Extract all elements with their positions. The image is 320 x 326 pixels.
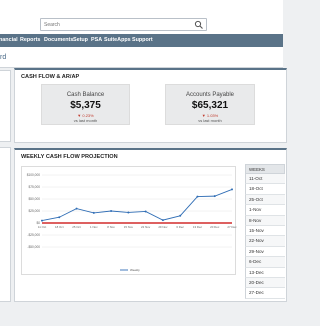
data-point [110, 210, 113, 212]
y-tick-label: $50,000 [28, 197, 40, 201]
cash-balance-value: $5,375 [70, 100, 101, 111]
cashflow-portlet: CASH FLOW & AR/AP Cash Balance $5,375 ▼ … [14, 68, 287, 143]
search-icon[interactable] [194, 20, 204, 30]
search-box[interactable] [40, 18, 207, 31]
data-point [127, 211, 130, 214]
x-tick-label: 6 Dec [176, 225, 184, 229]
week-row[interactable]: 25-Oct [245, 194, 285, 206]
weeks-rows: 11-Oct 18-Oct 25-Oct 1-Nov 8-Nov 15-Nov 22-Nov… [245, 174, 285, 299]
data-point [58, 216, 61, 219]
x-tick-label: 15 Nov [124, 225, 134, 229]
x-tick-label: 22 Nov [141, 225, 151, 229]
x-tick-label: 25 Oct [72, 225, 81, 229]
nav-item-financial[interactable]: nancial [0, 37, 18, 43]
cashflow-title: CASH FLOW & AR/AP [21, 74, 80, 80]
week-row[interactable]: 13-Dec [245, 267, 285, 278]
data-point [144, 210, 147, 213]
x-tick-label: 11 Oct [38, 225, 46, 229]
week-row[interactable]: 6-Dec [245, 257, 285, 268]
week-row[interactable]: 1-Nov [245, 205, 285, 216]
x-tick-label: 27 Dec [227, 225, 237, 229]
projection-chart: $100,000 $75,000 $50,000 $25,000 $0 -$25,000-… [21, 166, 237, 275]
accounts-payable-value: $65,321 [191, 100, 229, 111]
x-tick-label: 29 Nov [158, 225, 168, 229]
data-point [179, 214, 182, 217]
x-tick-label: 13 Dec [193, 225, 203, 229]
accounts-payable-sub: vs last month [198, 118, 222, 123]
week-row[interactable]: 8-Nov [245, 215, 285, 226]
projection-chart-svg: $100,000$75,000$50,000$25,000$0-$25,000-… [27, 173, 237, 272]
data-point [161, 219, 164, 222]
y-tick-label: $25,000 [28, 209, 40, 213]
nav-item-support[interactable]: Support [132, 37, 153, 43]
nav-item-reports[interactable]: Reports [20, 37, 40, 43]
top-bar [0, 0, 283, 34]
x-tick-label: 1 Nov [90, 225, 98, 229]
page-title: rd [0, 54, 7, 61]
week-row[interactable]: 29-Nov [245, 246, 285, 258]
y-tick-label: -$25,000 [27, 233, 40, 237]
left-portlet-top [0, 70, 11, 142]
page-header: rd [0, 47, 283, 68]
x-tick-label: 20 Dec [210, 225, 220, 229]
week-row[interactable]: 27-Dec [245, 288, 285, 299]
cash-balance-label: Cash Balance [66, 92, 105, 98]
nav-item-setup[interactable]: Setup [73, 37, 88, 43]
week-row[interactable]: 20-Dec [245, 277, 285, 289]
x-tick-label: 8 Nov [107, 225, 115, 229]
week-row[interactable]: 11-Oct [245, 174, 285, 185]
search-input[interactable] [44, 20, 194, 30]
nav-item-psa[interactable]: PSA [91, 37, 102, 43]
data-point [92, 211, 95, 214]
nav-item-suiteapps[interactable]: SuiteApps [104, 37, 131, 43]
weeks-header: WEEKS [245, 164, 285, 174]
legend-label: Weekly [130, 268, 140, 272]
data-point [75, 207, 78, 210]
cash-balance-kpi[interactable]: Cash Balance $5,375 ▼ 0.23% vs last mont… [41, 84, 130, 125]
cash-balance-sub: vs last month [73, 118, 98, 123]
y-tick-label: $100,000 [27, 173, 41, 177]
accounts-payable-kpi[interactable]: Accounts Payable $65,321 ▼ 1.03% vs last… [165, 84, 255, 125]
series-line [41, 188, 233, 222]
data-point [231, 188, 233, 191]
accounts-payable-label: Accounts Payable [185, 92, 235, 98]
projection-title: WEEKLY CASH FLOW PROJECTION [21, 154, 118, 160]
x-tick-label: 18 Oct [55, 225, 64, 229]
data-point [196, 195, 199, 198]
main-nav: nancial Reports Documents Setup PSA Suit… [0, 34, 283, 47]
weeks-table: WEEKS 11-Oct 18-Oct 25-Oct 1-Nov 8-Nov 15-Nov… [245, 164, 285, 299]
week-row[interactable]: 18-Oct [245, 184, 285, 195]
y-tick-label: $75,000 [28, 185, 40, 189]
data-point [41, 219, 43, 222]
y-tick-label: -$50,000 [27, 245, 40, 249]
data-point [213, 195, 216, 198]
left-portlet-bottom [0, 147, 11, 302]
nav-item-documents[interactable]: Documents [44, 37, 73, 43]
week-row[interactable]: 22-Nov [245, 236, 285, 247]
week-row[interactable]: 15-Nov [245, 225, 285, 237]
